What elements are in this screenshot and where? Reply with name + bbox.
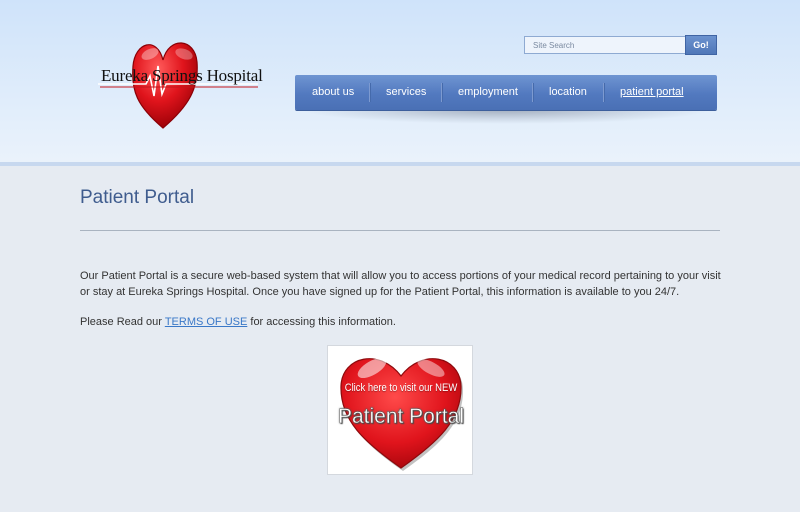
site-search-input[interactable] — [524, 36, 689, 54]
terms-prefix: Please Read our — [80, 316, 165, 328]
main-nav: about us services employment location pa… — [295, 75, 717, 110]
nav-item-services[interactable]: services — [386, 75, 426, 110]
patient-portal-banner[interactable]: Click here to visit our NEW Patient Port… — [327, 345, 473, 475]
terms-paragraph: Please Read our TERMS OF USE for accessi… — [80, 314, 725, 330]
nav-item-employment[interactable]: employment — [458, 75, 518, 110]
nav-separator — [369, 83, 371, 102]
page-title: Patient Portal — [80, 187, 195, 208]
terms-of-use-link[interactable]: TERMS OF USE — [165, 316, 248, 328]
nav-separator — [603, 83, 605, 102]
nav-shadow — [300, 110, 712, 124]
logo-text: Eureka Springs Hospital — [101, 66, 263, 85]
title-divider — [80, 230, 720, 231]
portal-banner-tagline: Click here to visit our NEW — [344, 382, 458, 394]
nav-item-patient-portal[interactable]: patient portal — [620, 75, 684, 110]
nav-separator — [532, 83, 534, 102]
intro-paragraph: Our Patient Portal is a secure web-based… — [80, 270, 721, 298]
hospital-logo[interactable]: Eureka Springs Hospital — [98, 36, 268, 134]
nav-separator — [441, 83, 443, 102]
nav-item-about-us[interactable]: about us — [312, 75, 354, 110]
search-go-button[interactable]: Go! — [685, 35, 717, 55]
nav-item-location[interactable]: location — [549, 75, 587, 110]
terms-suffix: for accessing this information. — [247, 316, 396, 328]
header-divider — [0, 162, 800, 166]
portal-banner-title: Patient Portal — [337, 405, 465, 428]
